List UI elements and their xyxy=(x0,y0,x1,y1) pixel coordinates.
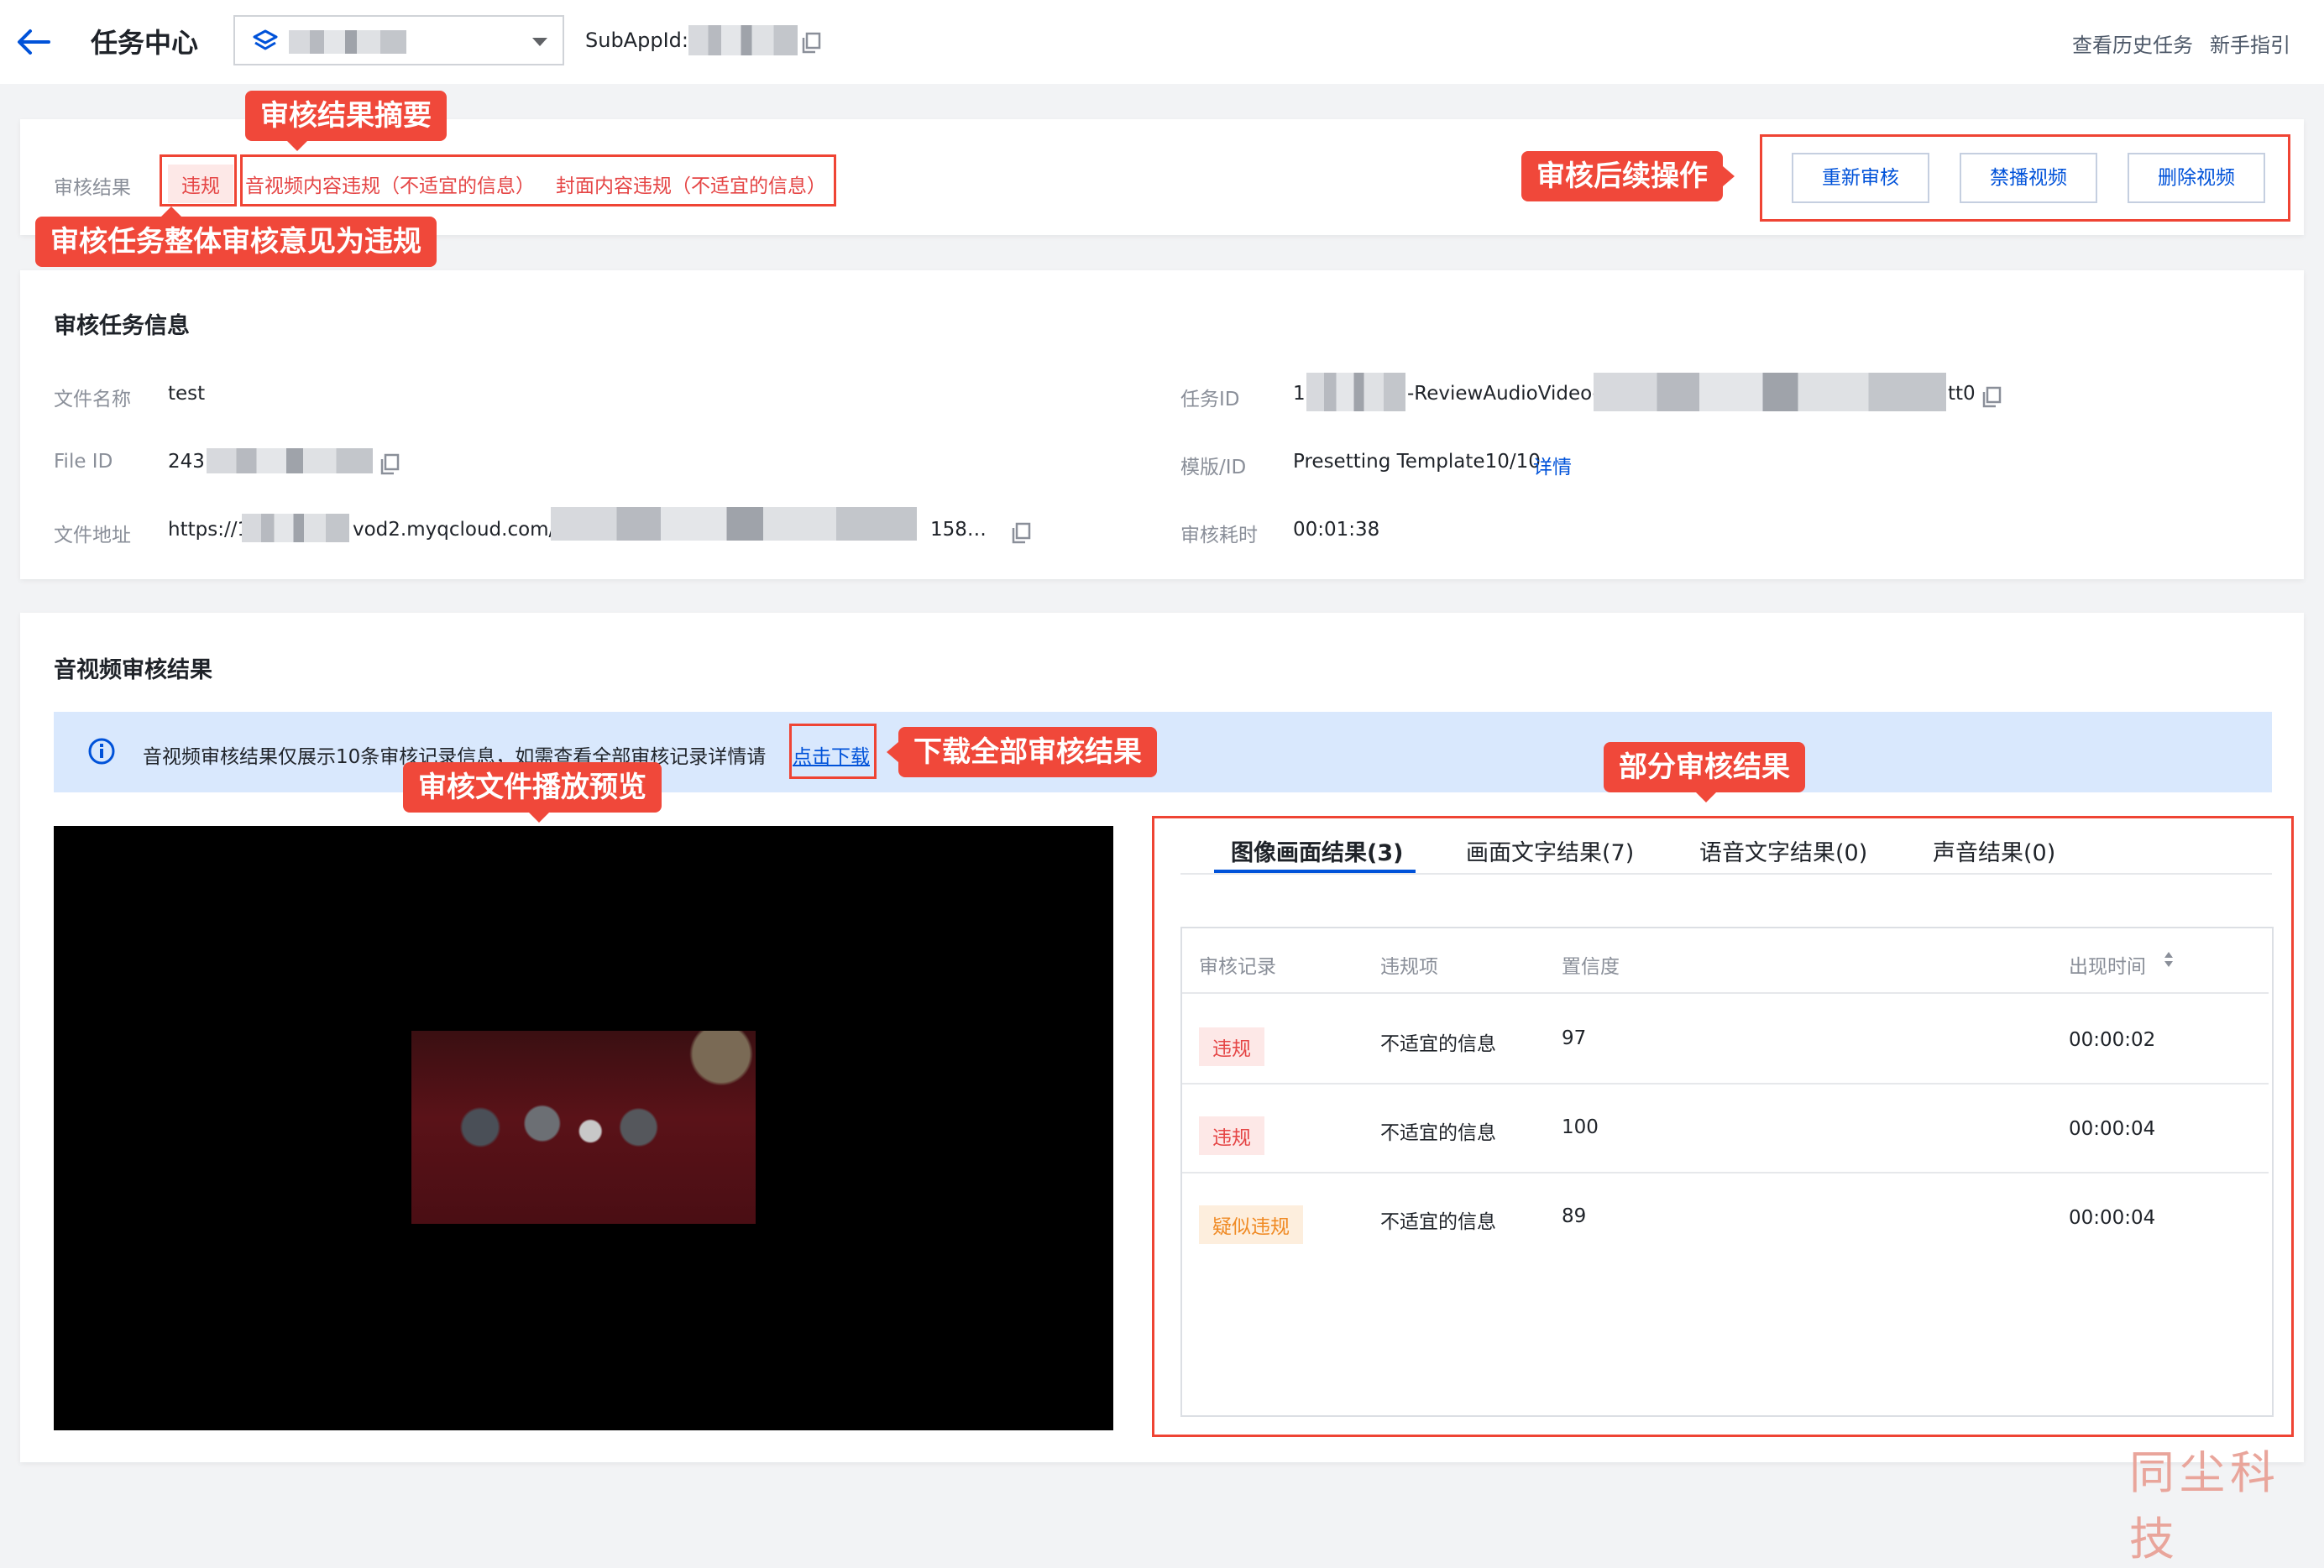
video-frame-thumbnail xyxy=(411,1031,756,1224)
copy-icon[interactable] xyxy=(1011,522,1031,544)
rereview-button[interactable]: 重新审核 xyxy=(1792,153,1929,203)
task-info-title: 审核任务信息 xyxy=(54,313,190,339)
callout-text: 审核文件播放预览 xyxy=(418,771,646,804)
watermark-logo: 同尘科技 xyxy=(2129,1446,2280,1565)
redacted-url-part xyxy=(551,507,917,541)
callout-pointer xyxy=(1696,792,1716,802)
redacted-app-name xyxy=(289,30,406,54)
redacted-task-id xyxy=(1306,373,1405,411)
file-id-label: File ID xyxy=(54,451,113,473)
template-label: 模版/ID xyxy=(1180,457,1247,478)
layers-icon xyxy=(253,29,278,50)
summary-item: 封面内容违规（不适宜的信息） xyxy=(556,175,826,197)
copy-icon[interactable] xyxy=(1981,386,2002,408)
info-icon xyxy=(88,738,115,765)
column-header-time[interactable]: 出现时间 xyxy=(2069,950,2146,979)
callout-download: 下载全部审核结果 xyxy=(887,727,1157,777)
status-badge: 违规 xyxy=(168,165,233,203)
header-divider xyxy=(1182,992,2269,994)
task-id-mid: -ReviewAudioVideo- xyxy=(1407,383,1599,405)
task-id-label: 任务ID xyxy=(1180,389,1240,410)
subappid-label: SubAppId: xyxy=(585,29,688,52)
confidence-cell: 89 xyxy=(1562,1205,1587,1227)
callout-pointer xyxy=(887,742,898,762)
file-url-suffix: 158… xyxy=(930,519,987,541)
template-detail-link[interactable]: 详情 xyxy=(1533,451,1572,479)
ban-video-button[interactable]: 禁播视频 xyxy=(1960,153,2097,203)
column-header-violation: 违规项 xyxy=(1380,956,1438,978)
callout-preview: 审核文件播放预览 xyxy=(403,762,662,823)
row-divider xyxy=(1182,1083,2269,1085)
callout-partial: 部分审核结果 xyxy=(1604,742,1805,802)
callout-text: 审核结果摘要 xyxy=(260,99,432,133)
av-results-title: 音视频审核结果 xyxy=(54,657,212,683)
file-url-label: 文件地址 xyxy=(54,525,131,546)
confidence-cell: 100 xyxy=(1562,1116,1599,1138)
callout-actions: 审核后续操作 xyxy=(1521,151,1735,201)
callout-text: 下载全部审核结果 xyxy=(913,735,1142,769)
violation-cell: 不适宜的信息 xyxy=(1380,1122,1496,1144)
record-badge: 违规 xyxy=(1199,1116,1264,1155)
tab-frame-text-results[interactable]: 画面文字结果(7) xyxy=(1466,834,1634,867)
chevron-down-icon xyxy=(532,38,547,46)
callout-pointer xyxy=(1723,166,1735,186)
column-header-confidence: 置信度 xyxy=(1562,956,1620,978)
download-link[interactable]: 点击下载 xyxy=(793,740,870,769)
file-name-value: test xyxy=(168,383,206,405)
callout-pointer xyxy=(529,813,549,823)
callout-text: 审核后续操作 xyxy=(1536,159,1708,193)
copy-icon[interactable] xyxy=(801,32,821,54)
callout-text: 审核任务整体审核意见为违规 xyxy=(50,225,421,259)
callout-pointer xyxy=(287,141,307,151)
task-id-prefix: 1 xyxy=(1293,383,1306,405)
callout-text: 部分审核结果 xyxy=(1619,750,1790,784)
app-selector[interactable] xyxy=(233,15,564,65)
record-badge: 疑似违规 xyxy=(1199,1205,1303,1244)
copy-icon[interactable] xyxy=(379,453,400,475)
violation-cell: 不适宜的信息 xyxy=(1380,1033,1496,1055)
back-arrow-icon[interactable] xyxy=(15,25,52,59)
row-divider xyxy=(1182,1172,2269,1173)
callout-summary: 审核结果摘要 xyxy=(245,91,447,151)
callout-pointer xyxy=(161,206,181,217)
callout-overall: 审核任务整体审核意见为违规 xyxy=(35,206,437,267)
file-url-prefix: https://1 xyxy=(168,519,250,541)
duration-label: 审核耗时 xyxy=(1180,525,1258,546)
time-link[interactable]: 00:00:04 xyxy=(2069,1207,2155,1229)
duration-value: 00:01:38 xyxy=(1293,519,1380,541)
record-badge: 违规 xyxy=(1199,1027,1264,1066)
redacted-task-id xyxy=(1594,373,1946,411)
beginner-guide-link[interactable]: 新手指引 xyxy=(2210,29,2290,58)
history-tasks-link[interactable]: 查看历史任务 xyxy=(2072,29,2193,58)
file-name-label: 文件名称 xyxy=(54,389,131,410)
confidence-cell: 97 xyxy=(1562,1027,1587,1049)
tab-image-results[interactable]: 图像画面结果(3) xyxy=(1231,834,1403,867)
tab-speech-text-results[interactable]: 语音文字结果(0) xyxy=(1699,834,1867,867)
column-header-record: 审核记录 xyxy=(1199,956,1276,978)
violation-cell: 不适宜的信息 xyxy=(1380,1211,1496,1233)
time-link[interactable]: 00:00:04 xyxy=(2069,1118,2155,1140)
time-link[interactable]: 00:00:02 xyxy=(2069,1029,2155,1051)
summary-item: 音视频内容违规（不适宜的信息） xyxy=(245,175,535,197)
redacted-url-part xyxy=(242,514,349,542)
tabs-divider xyxy=(1180,873,2272,875)
file-id-prefix: 243 xyxy=(168,451,205,473)
template-value: Presetting Template10/10 xyxy=(1293,451,1541,473)
redacted-subappid xyxy=(688,25,798,55)
review-result-label: 审核结果 xyxy=(54,177,131,199)
delete-video-button[interactable]: 删除视频 xyxy=(2128,153,2265,203)
redacted-file-id xyxy=(207,448,373,473)
tab-audio-results[interactable]: 声音结果(0) xyxy=(1933,834,2055,867)
task-id-suffix: tt0 xyxy=(1948,383,1976,405)
file-url-mid: vod2.myqcloud.com/f xyxy=(353,519,563,541)
page-title: 任务中心 xyxy=(91,27,199,59)
sort-icon[interactable] xyxy=(2163,950,2175,969)
